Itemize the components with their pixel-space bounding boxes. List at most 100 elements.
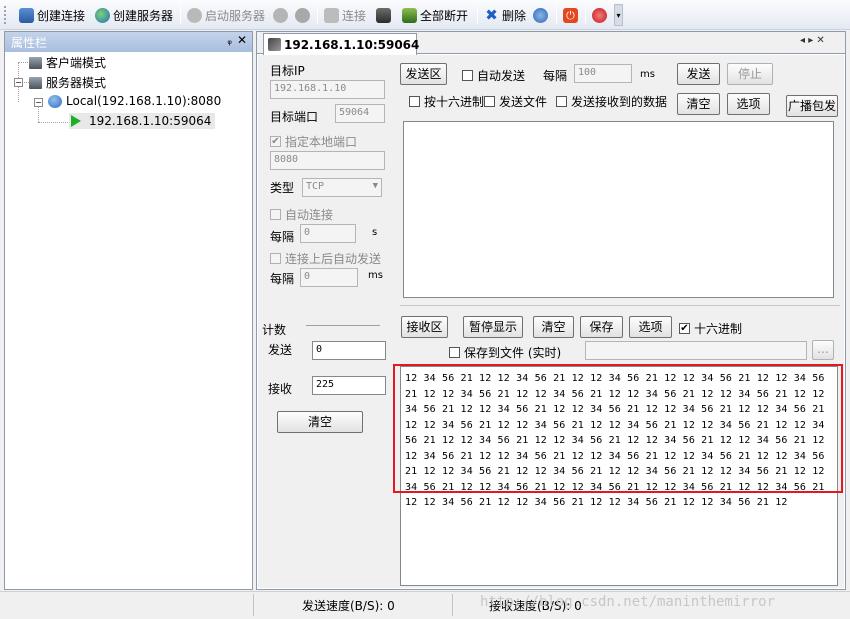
recv-content: 12 34 56 21 12 12 34 56 21 12 12 34 56 2… [405, 373, 825, 508]
about-button[interactable] [592, 5, 607, 25]
tab-client-connection[interactable]: 192.168.1.10:59064 [263, 33, 419, 55]
computer-icon [29, 56, 42, 69]
area-splitter[interactable] [400, 305, 840, 309]
checkbox-box [270, 253, 281, 264]
local-port-field[interactable]: 8080 [270, 151, 385, 170]
send-button[interactable]: 发送 [677, 63, 720, 85]
checkbox-box [484, 96, 495, 107]
pin-icon[interactable]: ᵩ [227, 34, 232, 47]
checkbox-box: ✔ [270, 136, 281, 147]
tree-item-client-mode[interactable]: 客户端模式 [29, 54, 106, 71]
toolbar-grip[interactable] [4, 6, 7, 24]
checkbox-box [462, 70, 473, 81]
connect-button[interactable]: 连接 [324, 5, 366, 25]
recv-hex-checkbox[interactable]: ✔ 十六进制 [679, 320, 742, 337]
send-area-button[interactable]: 发送区 [400, 63, 447, 85]
toolbar: 创建连接 创建服务器 启动服务器 连接 全部断开 ✖ 删除 ⏻ ▾ [0, 0, 850, 30]
specify-local-port-checkbox[interactable]: ✔ 指定本地端口 [270, 133, 357, 150]
send-count-label: 发送 [268, 343, 293, 357]
toolbar-separator [317, 6, 318, 24]
pause-display-button[interactable]: 暂停显示 [463, 316, 523, 338]
target-ip-label: 目标IP [270, 64, 305, 78]
target-port-field[interactable]: 59064 [335, 104, 385, 123]
recv-count-field[interactable]: 225 [312, 376, 386, 395]
recv-save-button[interactable]: 保存 [580, 316, 623, 338]
counter-title: 计数 [262, 323, 287, 337]
collapse-icon[interactable]: − [14, 78, 23, 87]
stop-button[interactable]: 停止 [727, 63, 773, 85]
settings-button[interactable] [533, 5, 548, 25]
recv-area-button[interactable]: 接收区 [401, 316, 448, 338]
auto-connect-interval-field[interactable]: 0 [300, 224, 356, 243]
new-connection-icon [19, 7, 34, 23]
disconnect-icon-button[interactable] [376, 5, 391, 25]
browse-button[interactable]: ... [812, 340, 834, 360]
computer-icon [29, 76, 42, 89]
close-server-button[interactable] [295, 5, 310, 25]
network-connect-icon [324, 7, 339, 23]
save-file-path-field[interactable] [585, 341, 807, 360]
disconnect-all-button[interactable]: 全部断开 [402, 5, 468, 25]
auto-send-ms-label: ms [368, 270, 383, 281]
disconnect-all-icon [402, 7, 417, 23]
send-ms-label: ms [640, 69, 655, 80]
tree-item-server-mode[interactable]: 服务器模式 [29, 74, 106, 91]
tree-item-client-connection[interactable]: 192.168.1.10:59064 [69, 113, 216, 129]
send-speed-status: 发送速度(B/S): 0 [302, 599, 395, 613]
send-textarea[interactable] [403, 121, 834, 298]
plug-icon [268, 38, 281, 51]
checkbox-box [449, 347, 460, 358]
send-clear-button[interactable]: 清空 [677, 93, 720, 115]
start-server-button[interactable]: 启动服务器 [187, 5, 265, 25]
create-connection-button[interactable]: 创建连接 [19, 5, 85, 25]
power-icon: ⏻ [563, 7, 578, 23]
properties-panel: 属性栏 ᵩ ✕ 客户端模式 − 服务器模式 − Local(192.168.1.… [4, 31, 253, 590]
close-circle-icon [295, 7, 310, 23]
target-port-label: 目标端口 [270, 110, 319, 124]
play-icon [71, 115, 81, 127]
power-button[interactable]: ⏻ [563, 5, 578, 25]
users-icon [273, 7, 288, 23]
save-to-file-checkbox[interactable]: 保存到文件 (实时) [449, 344, 561, 361]
session-tree: 客户端模式 − 服务器模式 − Local(192.168.1.10):8080… [5, 52, 252, 582]
recv-options-button[interactable]: 选项 [629, 316, 672, 338]
create-server-button[interactable]: 创建服务器 [95, 5, 173, 25]
stop-server-button[interactable] [273, 5, 288, 25]
hex-send-checkbox[interactable]: 按十六进制 [409, 93, 484, 110]
collapse-icon[interactable]: − [34, 98, 43, 107]
broadcast-button[interactable]: 广播包发 [786, 95, 838, 117]
properties-panel-header: 属性栏 ᵩ ✕ [5, 32, 252, 52]
tab-navigation[interactable]: ◂ ▸ ✕ [800, 35, 825, 46]
auto-connect-checkbox[interactable]: 自动连接 [270, 206, 333, 223]
send-count-field[interactable]: 0 [312, 341, 386, 360]
auto-send-on-connect-checkbox[interactable]: 连接上后自动发送 [270, 250, 381, 267]
clear-counter-button[interactable]: 清空 [277, 411, 363, 433]
type-select[interactable]: TCP ▼ [302, 178, 382, 197]
checkbox-box [409, 96, 420, 107]
auto-connect-every-label: 每隔 [270, 230, 295, 244]
close-icon[interactable]: ✕ [237, 33, 247, 47]
gears-icon [533, 7, 548, 23]
send-file-checkbox[interactable]: 发送文件 [484, 93, 547, 110]
toolbar-separator [180, 6, 181, 24]
auto-send-checkbox[interactable]: 自动发送 [462, 67, 525, 84]
tree-item-local-server[interactable]: Local(192.168.1.10):8080 [48, 94, 221, 108]
type-label: 类型 [270, 181, 295, 195]
recv-clear-button[interactable]: 清空 [533, 316, 574, 338]
auto-send-interval-field[interactable]: 0 [300, 268, 358, 287]
auto-send-interval-field[interactable]: 100 [574, 64, 632, 83]
status-separator [452, 594, 453, 616]
recv-textarea[interactable]: 12 34 56 21 12 12 34 56 21 12 12 34 56 2… [400, 366, 838, 586]
counter-divider [306, 325, 380, 326]
toolbar-separator [556, 6, 557, 24]
delete-button[interactable]: ✖ 删除 [484, 5, 526, 25]
send-received-checkbox[interactable]: 发送接收到的数据 [556, 93, 667, 110]
toolbar-overflow-button[interactable]: ▾ [614, 4, 623, 26]
send-options-button[interactable]: 选项 [727, 93, 770, 115]
checkbox-box [556, 96, 567, 107]
target-ip-field[interactable]: 192.168.1.10 [270, 80, 385, 99]
watermark-text: http://blog.csdn.net/maninthemirror [480, 594, 776, 610]
tree-line [18, 62, 28, 63]
chevron-down-icon: ▼ [372, 181, 378, 191]
server-users-icon [187, 7, 202, 23]
